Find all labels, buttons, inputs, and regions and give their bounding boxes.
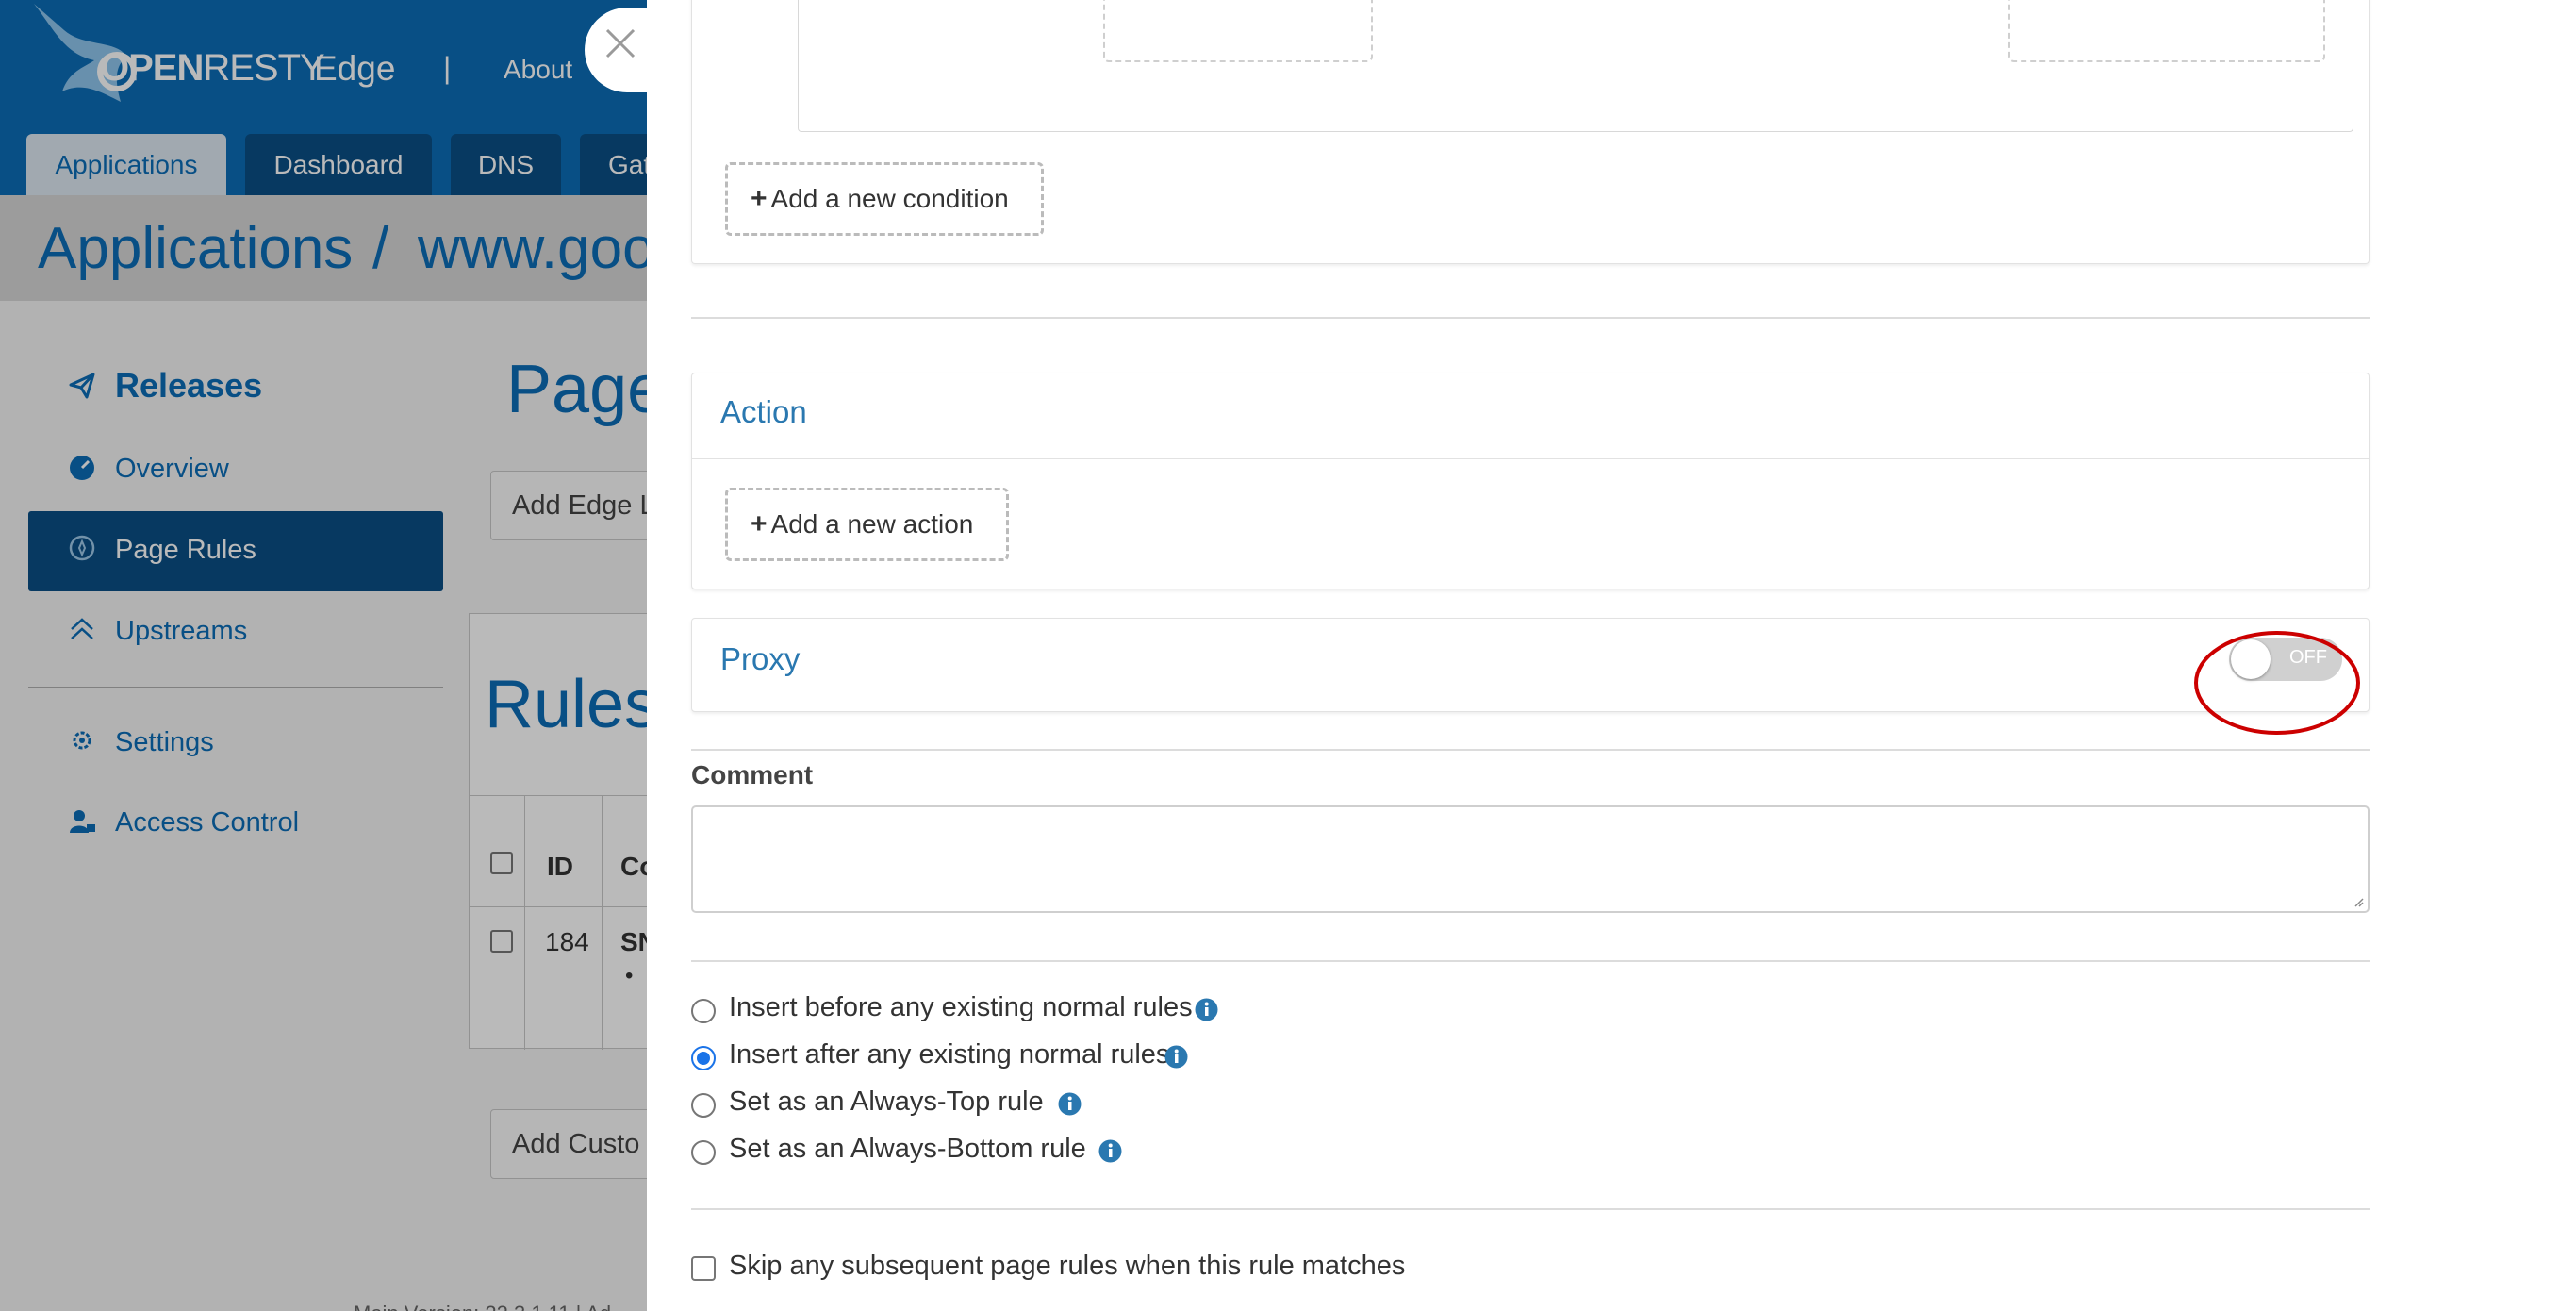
conditions-card — [691, 0, 2370, 264]
info-icon[interactable] — [1164, 1044, 1189, 1070]
info-icon[interactable] — [1194, 997, 1219, 1022]
always-top-option[interactable]: Set as an Always-Top rule — [691, 1087, 1219, 1124]
resize-grip-icon[interactable] — [2353, 896, 2364, 907]
insert-after-option[interactable]: Insert after any existing normal rules — [691, 1039, 1219, 1077]
annotation-highlight-ellipse — [2194, 631, 2360, 735]
always-top-radio[interactable] — [691, 1093, 716, 1118]
insert-before-label: Insert before any existing normal rules — [729, 992, 1193, 1022]
info-icon[interactable] — [1057, 1091, 1082, 1117]
insert-after-radio[interactable] — [691, 1046, 716, 1070]
close-icon[interactable] — [603, 26, 637, 60]
always-bottom-option[interactable]: Set as an Always-Bottom rule — [691, 1134, 1219, 1171]
skip-subsequent-rules-checkbox[interactable] — [691, 1256, 716, 1281]
always-top-label: Set as an Always-Top rule — [729, 1087, 1044, 1117]
skip-subsequent-rules-label: Skip any subsequent page rules when this… — [729, 1251, 1406, 1281]
add-action-label: Add a new action — [770, 509, 974, 539]
insert-before-option[interactable]: Insert before any existing normal rules — [691, 992, 1219, 1030]
section-divider — [691, 749, 2370, 751]
section-divider — [691, 960, 2370, 962]
section-divider — [691, 317, 2370, 319]
action-card-divider — [692, 458, 2369, 459]
info-icon[interactable] — [1098, 1138, 1123, 1164]
comment-textarea[interactable] — [691, 805, 2370, 913]
insert-after-label: Insert after any existing normal rules — [729, 1039, 1170, 1070]
always-bottom-label: Set as an Always-Bottom rule — [729, 1134, 1086, 1164]
proxy-title: Proxy — [720, 641, 801, 676]
add-action-button[interactable]: + Add a new action — [725, 488, 1009, 561]
insert-before-radio[interactable] — [691, 999, 716, 1023]
section-divider — [691, 1208, 2370, 1210]
always-bottom-radio[interactable] — [691, 1140, 716, 1165]
plus-icon: + — [751, 508, 768, 539]
comment-label: Comment — [691, 760, 814, 789]
proxy-card: Proxy — [691, 618, 2370, 712]
action-title: Action — [720, 394, 807, 429]
